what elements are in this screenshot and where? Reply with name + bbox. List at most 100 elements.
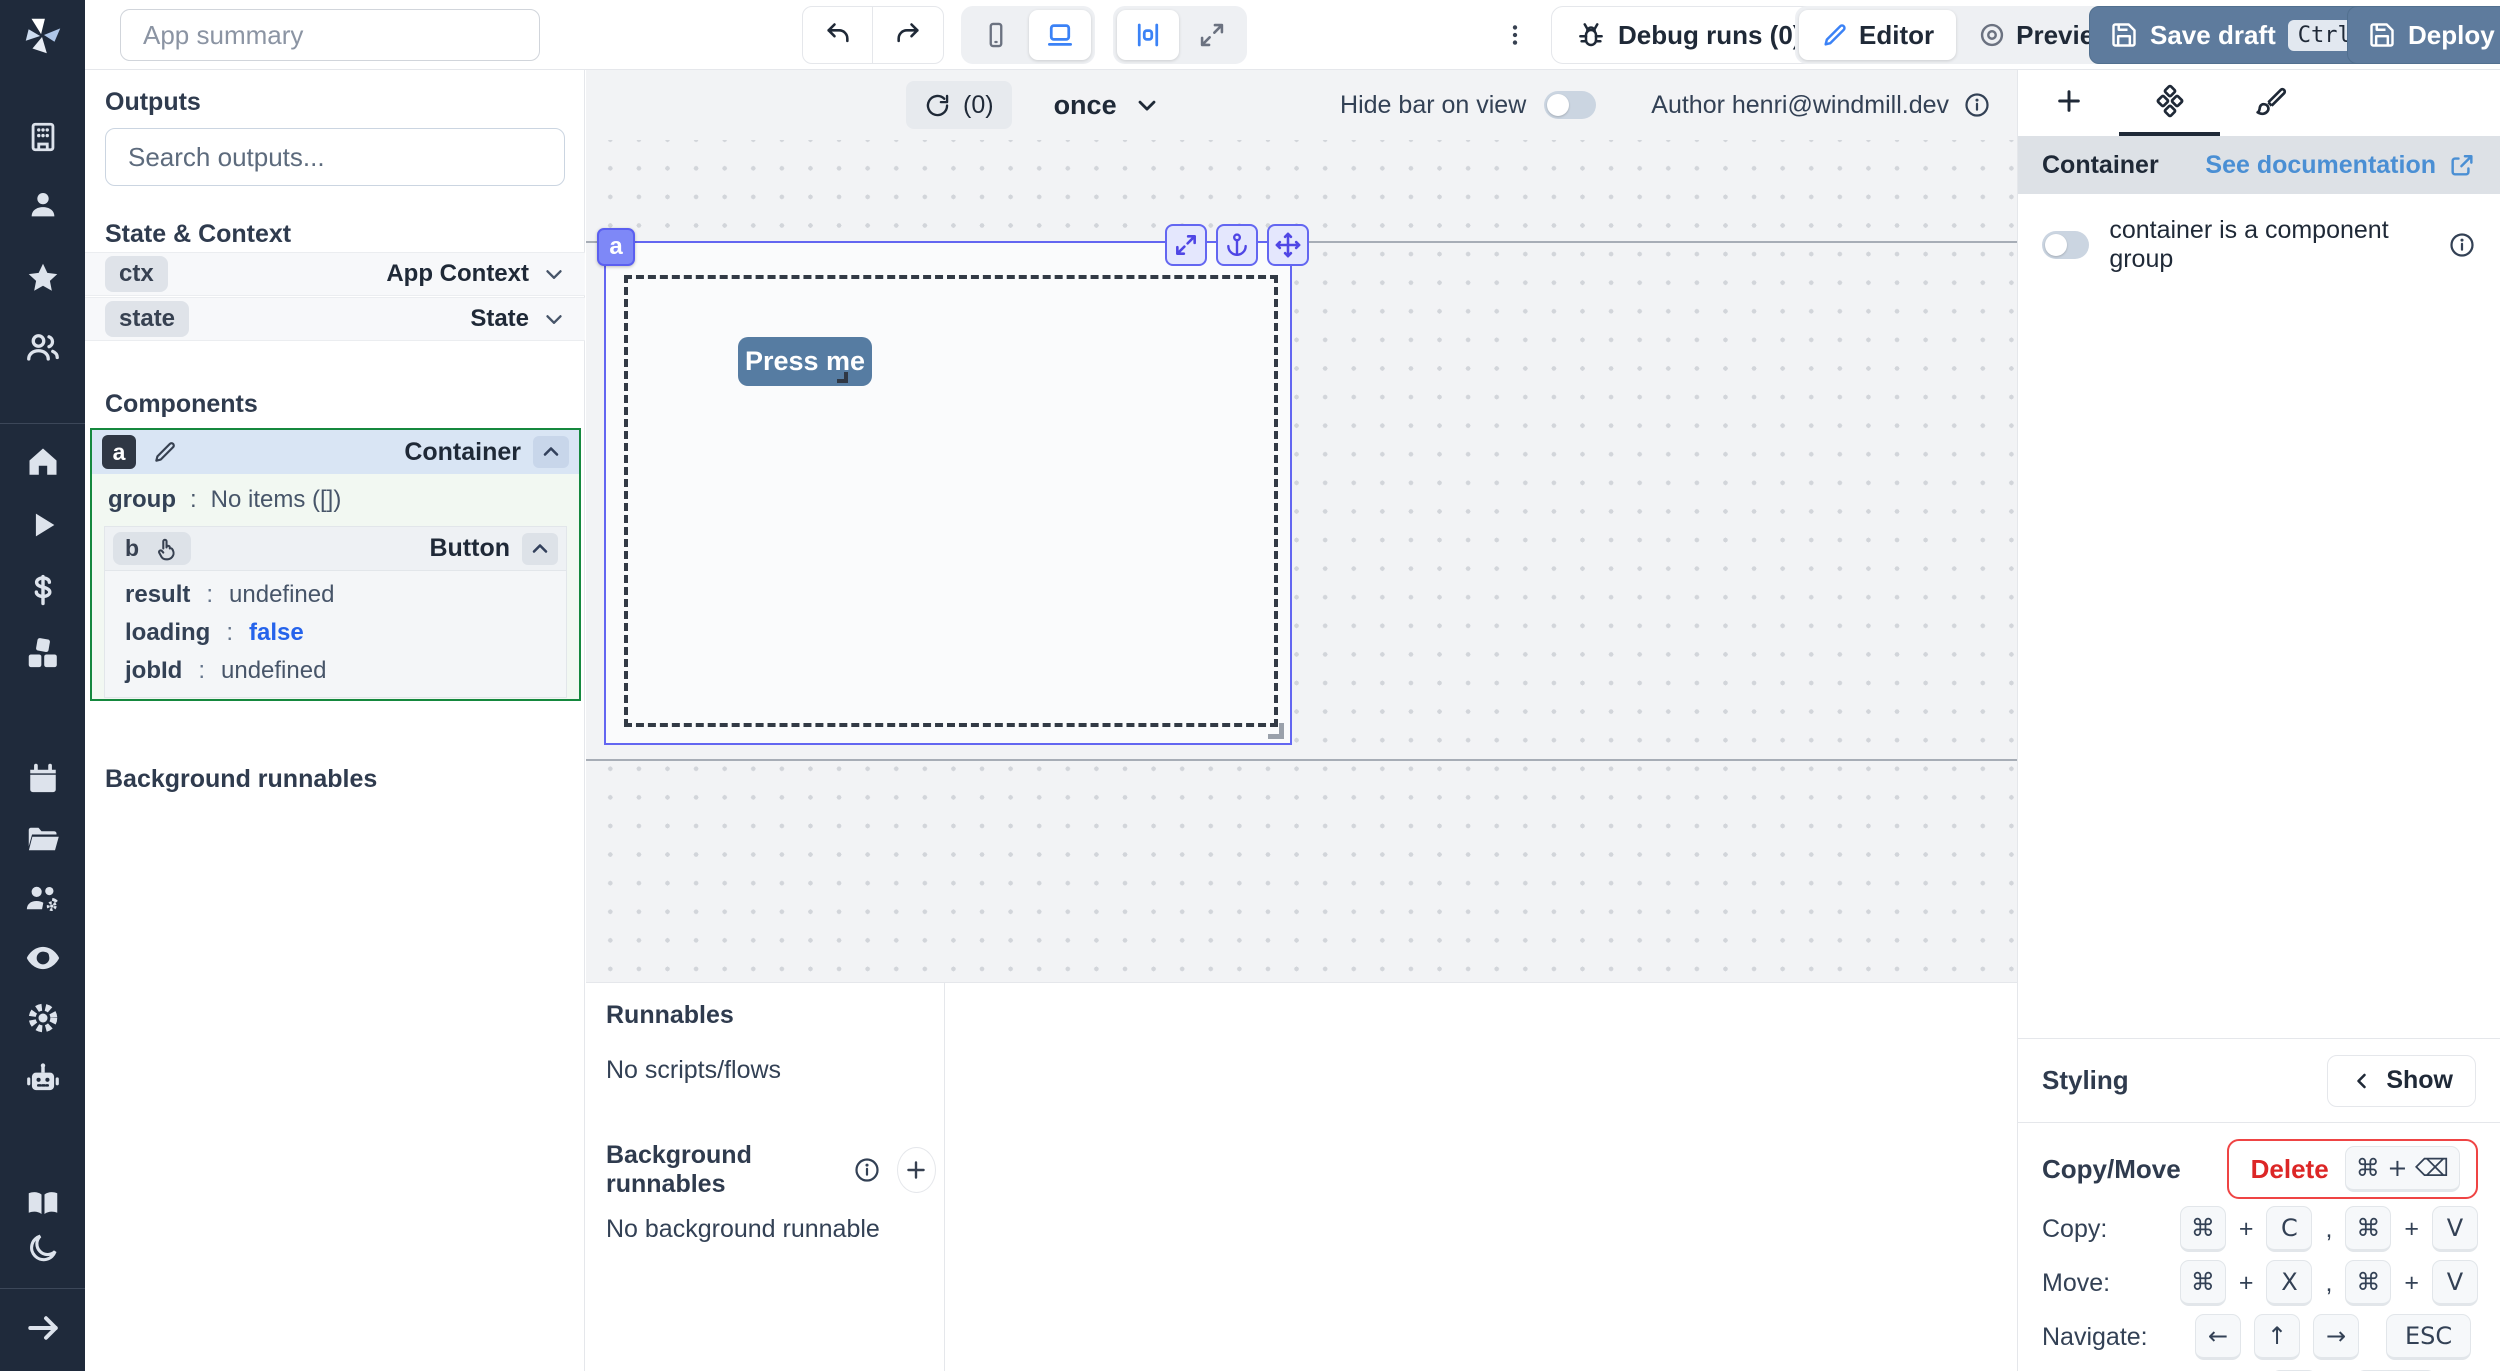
undo-button[interactable] [803, 7, 873, 63]
save-icon [2368, 21, 2396, 49]
chevron-left-icon [2350, 1069, 2374, 1093]
more-options-button[interactable] [1495, 14, 1535, 56]
container-canvas-label[interactable]: a [597, 228, 635, 266]
sidebar-item-docs[interactable] [0, 1181, 85, 1225]
show-styling-button[interactable]: Show [2327, 1055, 2476, 1107]
button-id-handle[interactable]: b [113, 532, 191, 565]
info-icon[interactable] [1963, 91, 1991, 119]
fullwidth-canvas-button[interactable] [1181, 10, 1243, 60]
colon: : [190, 486, 197, 514]
chevron-down-icon[interactable] [541, 261, 567, 287]
tab-component-settings[interactable] [2119, 70, 2220, 136]
collapse-button-button[interactable] [522, 533, 558, 565]
container-type-label: Container [404, 438, 521, 467]
container-drop-zone[interactable] [624, 275, 1278, 727]
expand-component-button[interactable] [1165, 224, 1207, 266]
inspector-tabs [2018, 70, 2500, 136]
container-actions [1165, 224, 1309, 266]
anchor-component-button[interactable] [1216, 224, 1258, 266]
collapse-sidebar-icon[interactable] [0, 1306, 85, 1350]
button-node-header[interactable]: b Button [105, 527, 566, 571]
edit-id-icon[interactable] [152, 439, 178, 465]
info-icon[interactable] [853, 1156, 881, 1184]
device-toggle-group [961, 6, 1095, 64]
editor-tab[interactable]: Editor [1799, 10, 1956, 60]
windmill-logo-icon[interactable] [0, 8, 85, 64]
schedule-dropdown[interactable]: once [1054, 90, 1161, 121]
copy-move-title: Copy/Move [2042, 1154, 2181, 1185]
container-id-badge: a [102, 435, 136, 469]
sidebar-item-schedules[interactable] [0, 757, 85, 801]
sidebar-item-resources[interactable] [0, 631, 85, 675]
move-component-button[interactable] [1267, 224, 1309, 266]
chevron-down-icon[interactable] [541, 306, 567, 332]
canvas-layout-group [1113, 6, 1247, 64]
schedule-value: once [1054, 90, 1117, 121]
see-documentation-link[interactable]: See documentation [2205, 151, 2476, 180]
component-group-toggle[interactable] [2042, 231, 2089, 259]
sidebar-item-audit[interactable] [0, 936, 85, 980]
tab-styling[interactable] [2220, 70, 2321, 136]
ctx-label: App Context [386, 260, 529, 288]
author-label: Author henri@windmill.dev [1651, 91, 1949, 120]
center-canvas-button[interactable] [1117, 10, 1179, 60]
inspector-header: Container See documentation [2018, 136, 2500, 194]
tab-insert-component[interactable] [2018, 70, 2119, 136]
app-summary-input[interactable] [120, 9, 540, 61]
inspector-bottom: Styling Show Copy/Move Delete ⌘ + ⌫ Copy… [2018, 1038, 2500, 1371]
selected-container-component[interactable]: a Press me [604, 241, 1292, 745]
sidebar-item-folders[interactable] [0, 817, 85, 861]
runnables-title: Runnables [606, 1001, 936, 1030]
sidebar-item-groups[interactable] [0, 325, 85, 369]
sidebar-item-favorites[interactable] [0, 256, 85, 300]
redo-button[interactable] [873, 7, 943, 63]
undo-redo-group [802, 6, 944, 64]
sidebar-item-runs[interactable] [0, 503, 85, 547]
debug-runs-label: Debug runs (0) [1618, 20, 1801, 51]
desktop-view-button[interactable] [1029, 10, 1091, 60]
styling-title: Styling [2042, 1065, 2129, 1096]
delete-component-button[interactable]: Delete ⌘ + ⌫ [2227, 1139, 2478, 1199]
ctx-output-row[interactable]: ctx App Context [85, 252, 585, 296]
prop-row-loading: loading:false [125, 619, 566, 647]
sidebar-item-workspace[interactable] [0, 115, 85, 159]
component-tree-container: a Container group : No items ([]) b Butt… [90, 428, 581, 701]
sidebar-item-settings[interactable] [0, 996, 85, 1040]
dark-mode-toggle-icon[interactable] [0, 1226, 85, 1270]
sidebar-item-user[interactable] [0, 183, 85, 227]
press-me-button[interactable]: Press me [738, 337, 872, 386]
components-title: Components [105, 390, 258, 419]
canvas-toolbar-right: Hide bar on view Author henri@windmill.d… [1340, 91, 2017, 120]
search-outputs-input[interactable] [105, 128, 565, 186]
button-resize-handle[interactable] [837, 372, 848, 383]
state-label: State [470, 305, 529, 333]
main-sidebar [0, 0, 85, 1371]
hide-bar-toggle[interactable] [1544, 91, 1596, 119]
pencil-icon [1821, 21, 1849, 49]
mobile-view-button[interactable] [965, 10, 1027, 60]
sidebar-item-home[interactable] [0, 440, 85, 484]
background-runnables-title: Background runnables [105, 765, 377, 794]
container-node-header[interactable]: a Container [92, 430, 579, 474]
debug-runs-button[interactable]: Debug runs (0) [1551, 6, 1826, 64]
outputs-panel: Outputs State & Context ctx App Context … [85, 70, 585, 1371]
sidebar-item-workers[interactable] [0, 877, 85, 921]
refresh-count: (0) [963, 91, 994, 120]
navigate-shortcut-row: Navigate: ←↑→ ESC [2042, 1311, 2478, 1363]
deploy-button[interactable]: Deploy [2347, 6, 2500, 64]
canvas-grid[interactable]: a Press me − 100% + [586, 140, 2017, 982]
add-background-runnable-button[interactable] [897, 1147, 936, 1193]
info-icon[interactable] [2448, 231, 2476, 259]
collapse-container-button[interactable] [533, 436, 569, 468]
sidebar-item-variables[interactable] [0, 568, 85, 612]
container-resize-handle[interactable] [1268, 723, 1284, 739]
refresh-all-button[interactable]: (0) [906, 81, 1012, 129]
background-runnables-heading: Background runnables [606, 1141, 837, 1199]
deploy-label: Deploy [2408, 20, 2495, 51]
sidebar-item-ai[interactable] [0, 1057, 85, 1101]
runnables-panel: Runnables No scripts/flows Background ru… [586, 982, 2017, 1371]
hand-pointer-icon [153, 536, 179, 562]
state-output-row[interactable]: state State [85, 297, 585, 341]
author-info: Author henri@windmill.dev [1651, 91, 1991, 120]
editor-label: Editor [1859, 20, 1934, 51]
